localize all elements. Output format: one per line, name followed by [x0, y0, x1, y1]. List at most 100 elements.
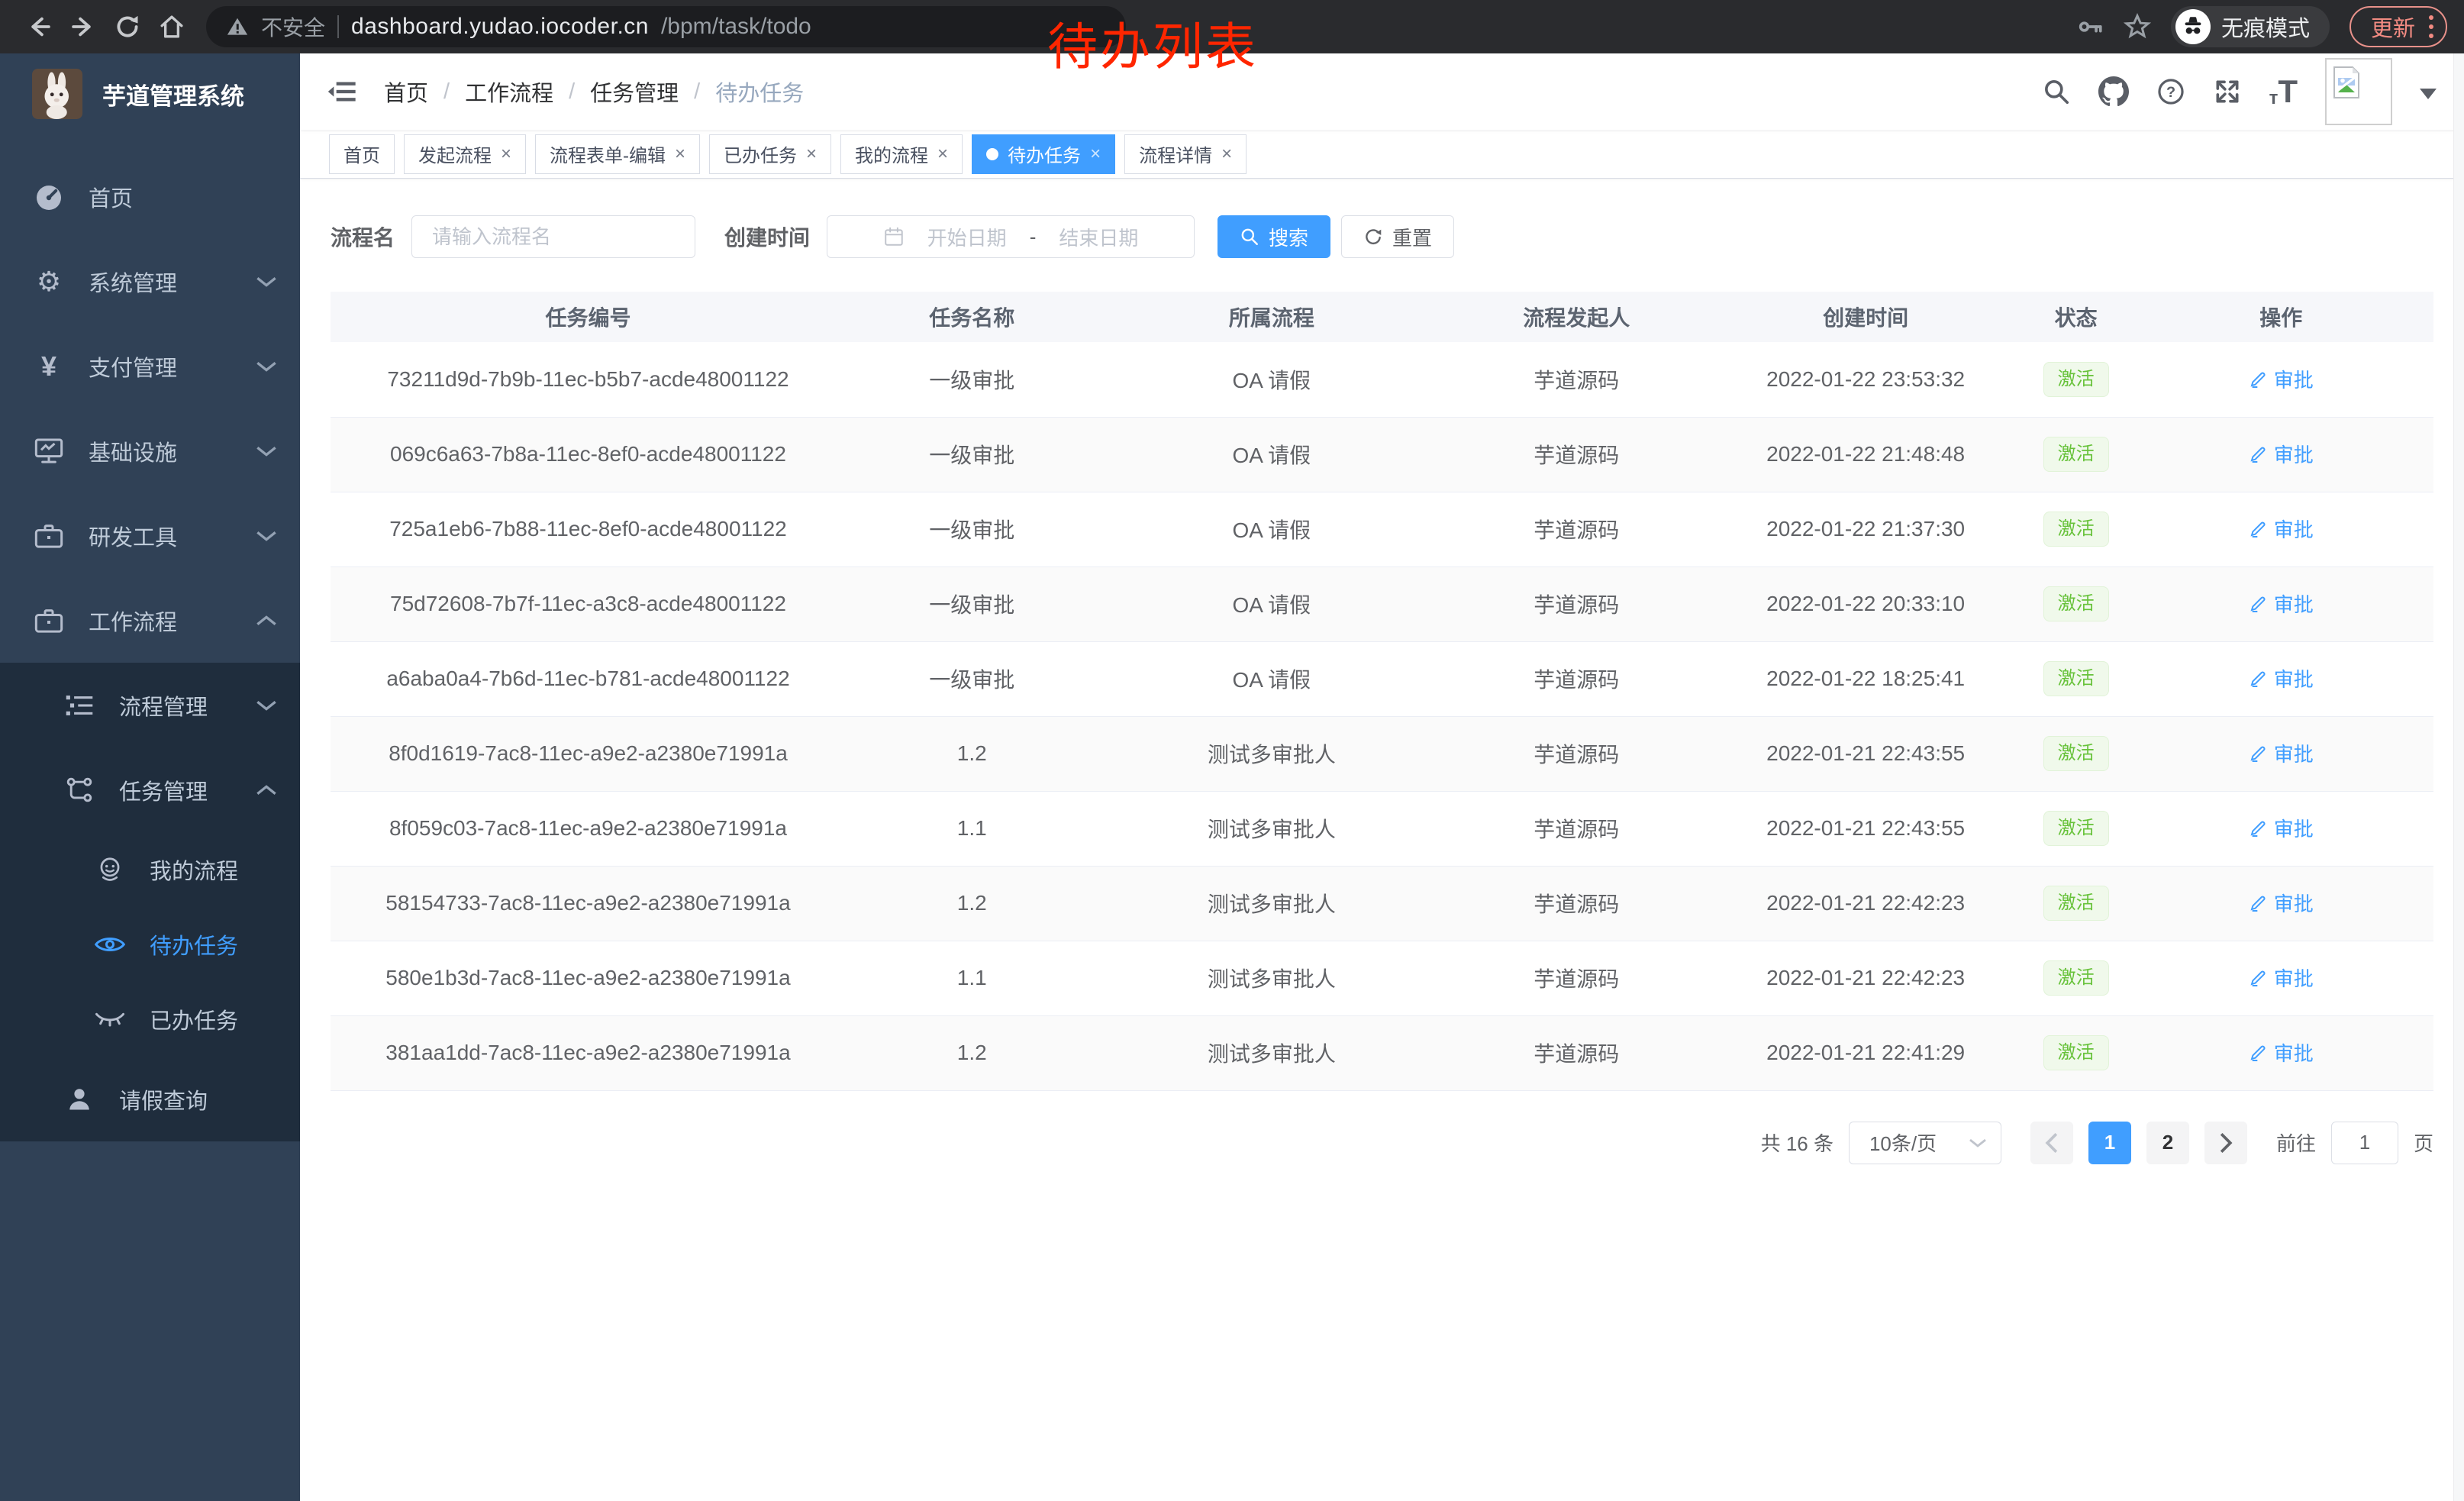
gear-icon: ⚙	[32, 268, 66, 295]
approve-button[interactable]: 审批	[2249, 814, 2314, 842]
process-name-input[interactable]	[411, 215, 695, 258]
next-page-button[interactable]	[2204, 1122, 2247, 1164]
create-time-label: 创建时间	[724, 221, 810, 252]
tab-process-form-edit[interactable]: 流程表单-编辑 ×	[535, 134, 700, 174]
tab-close-icon[interactable]: ×	[806, 144, 817, 165]
cell-starter: 芋道源码	[1445, 791, 1708, 866]
approve-label: 审批	[2274, 589, 2314, 618]
workflow-submenu: 流程管理 任务管理 我的流程	[0, 663, 300, 1141]
forward-icon[interactable]	[61, 5, 105, 49]
sidebar-item-leave-query[interactable]: 请假查询	[0, 1057, 300, 1141]
edit-pencil-icon	[2249, 445, 2267, 463]
approve-label: 审批	[2274, 1038, 2314, 1067]
sidebar-item-done-tasks[interactable]: 已办任务	[0, 982, 300, 1057]
main-area: 首页 / 工作流程 / 任务管理 / 待办任务 ?	[300, 53, 2464, 1501]
page-button-1[interactable]: 1	[2088, 1122, 2131, 1164]
table-row: 8f0d1619-7ac8-11ec-a9e2-a2380e71991a 1.2…	[331, 716, 2433, 791]
tab-home[interactable]: 首页	[329, 134, 395, 174]
sidebar-toggle-icon[interactable]	[327, 76, 358, 107]
page-size-select[interactable]: 10条/页	[1849, 1122, 2001, 1164]
approve-button[interactable]: 审批	[2249, 365, 2314, 393]
not-secure-warning-icon	[226, 15, 249, 38]
chevron-down-icon	[1969, 1138, 1987, 1148]
sidebar-item-task-mgmt[interactable]: 任务管理	[0, 747, 300, 832]
tab-close-icon[interactable]: ×	[1221, 144, 1232, 165]
page-button-2[interactable]: 2	[2146, 1122, 2189, 1164]
update-button[interactable]: 更新	[2350, 6, 2447, 47]
approve-button[interactable]: 审批	[2249, 1038, 2314, 1067]
tab-done-tasks[interactable]: 已办任务 ×	[709, 134, 831, 174]
breadcrumb-item[interactable]: 工作流程	[465, 76, 553, 108]
approve-button[interactable]: 审批	[2249, 964, 2314, 992]
github-icon[interactable]	[2098, 76, 2129, 107]
tab-close-icon[interactable]: ×	[675, 144, 685, 165]
table-row: 381aa1dd-7ac8-11ec-a9e2-a2380e71991a 1.2…	[331, 1015, 2433, 1090]
cell-process: 测试多审批人	[1098, 866, 1446, 941]
page-size-value: 10条/页	[1869, 1128, 1937, 1157]
password-key-icon[interactable]	[2078, 14, 2104, 40]
breadcrumb-item[interactable]: 首页	[384, 76, 428, 108]
cell-starter: 芋道源码	[1445, 567, 1708, 641]
approve-button[interactable]: 审批	[2249, 889, 2314, 917]
sidebar-item-todo-tasks[interactable]: 待办任务	[0, 907, 300, 982]
approve-button[interactable]: 审批	[2249, 739, 2314, 767]
sidebar-item-payment[interactable]: ¥ 支付管理	[0, 324, 300, 408]
column-header: 所属流程	[1098, 292, 1446, 342]
fullscreen-icon[interactable]	[2213, 77, 2242, 106]
tab-my-process[interactable]: 我的流程 ×	[840, 134, 963, 174]
search-icon[interactable]	[2042, 77, 2071, 106]
cell-starter: 芋道源码	[1445, 716, 1708, 791]
cell-create-time: 2022-01-21 22:43:55	[1708, 791, 2024, 866]
help-icon[interactable]: ?	[2156, 77, 2185, 106]
tab-close-icon[interactable]: ×	[937, 144, 948, 165]
url-bar[interactable]: 不安全 dashboard.yudao.iocoder.cn/bpm/task/…	[206, 6, 1126, 47]
home-icon[interactable]	[150, 5, 194, 49]
incognito-badge: 无痕模式	[2171, 6, 2330, 47]
sidebar-item-my-process[interactable]: 我的流程	[0, 832, 300, 907]
tab-process-detail[interactable]: 流程详情 ×	[1124, 134, 1247, 174]
reload-icon[interactable]	[105, 5, 150, 49]
avatar-caret-down-icon[interactable]	[2420, 89, 2437, 108]
sidebar-item-dev-tools[interactable]: 研发工具	[0, 493, 300, 578]
back-icon[interactable]	[17, 5, 61, 49]
chrome-menu-icon[interactable]	[2429, 15, 2433, 38]
approve-button[interactable]: 审批	[2249, 664, 2314, 692]
sidebar-item-system[interactable]: ⚙ 系统管理	[0, 239, 300, 324]
briefcase-icon	[32, 522, 66, 550]
tab-todo-tasks[interactable]: 待办任务 ×	[972, 134, 1115, 174]
refresh-icon	[1363, 227, 1383, 247]
tab-close-icon[interactable]: ×	[1090, 144, 1101, 165]
browser-scrollbar[interactable]	[2453, 53, 2464, 1501]
goto-page-input[interactable]	[2331, 1122, 2398, 1164]
sidebar-item-label: 已办任务	[150, 1003, 238, 1035]
date-range-picker[interactable]: 开始日期 - 结束日期	[827, 215, 1195, 258]
breadcrumb-item[interactable]: 任务管理	[590, 76, 679, 108]
prev-page-button[interactable]	[2030, 1122, 2073, 1164]
tab-start-process[interactable]: 发起流程 ×	[404, 134, 526, 174]
app-logo[interactable]: 芋道管理系统	[0, 53, 300, 127]
approve-button[interactable]: 审批	[2249, 589, 2314, 618]
bookmark-star-icon[interactable]	[2124, 13, 2151, 40]
sidebar-item-infrastructure[interactable]: 基础设施	[0, 408, 300, 493]
start-date-placeholder: 开始日期	[927, 223, 1007, 251]
breadcrumb: 首页 / 工作流程 / 任务管理 / 待办任务	[384, 76, 804, 108]
reset-button[interactable]: 重置	[1341, 215, 1454, 258]
sidebar-item-workflow[interactable]: 工作流程	[0, 578, 300, 663]
sidebar-item-process-mgmt[interactable]: 流程管理	[0, 663, 300, 747]
table-row: 73211d9d-7b9b-11ec-b5b7-acde48001122 一级审…	[331, 342, 2433, 417]
chevron-up-icon	[256, 784, 277, 796]
font-size-icon[interactable]: тT	[2269, 76, 2298, 108]
cell-process: 测试多审批人	[1098, 791, 1446, 866]
approve-button[interactable]: 审批	[2249, 440, 2314, 468]
approve-button[interactable]: 审批	[2249, 515, 2314, 543]
cell-task-id: 73211d9d-7b9b-11ec-b5b7-acde48001122	[331, 342, 846, 417]
goto-unit: 页	[2414, 1128, 2433, 1157]
cell-task-name: 1.2	[846, 866, 1098, 941]
sidebar-item-home[interactable]: 首页	[0, 154, 300, 239]
search-button[interactable]: 搜索	[1217, 215, 1330, 258]
sidebar-item-label: 支付管理	[89, 350, 177, 383]
cell-task-name: 1.1	[846, 941, 1098, 1015]
avatar[interactable]	[2325, 58, 2392, 125]
monitor-icon	[32, 437, 66, 466]
tab-close-icon[interactable]: ×	[501, 144, 511, 165]
